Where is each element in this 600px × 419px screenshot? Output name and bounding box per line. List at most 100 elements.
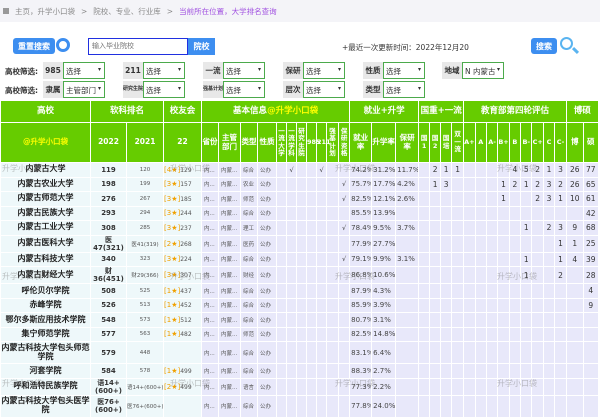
column-header-18[interactable]: 国1	[418, 122, 431, 163]
evaluation-cell: 1	[554, 191, 567, 207]
school-name[interactable]: 鄂尔多斯应用技术学院	[0, 312, 91, 328]
column-header-15[interactable]: 就业率	[349, 122, 373, 163]
column-header-17[interactable]: 保研率	[395, 122, 420, 163]
column-header-5[interactable]: 主管部门	[218, 122, 242, 163]
table-row[interactable]: 内蒙古工业大学 308 285 [3★]237 内... 内蒙... 理工 公办 √ 78.4% 9…	[0, 220, 599, 236]
school-name[interactable]: 内蒙古财经大学	[0, 266, 91, 285]
column-header-16[interactable]: 升学率	[371, 122, 397, 163]
column-header-14[interactable]: 保研资格	[338, 122, 351, 163]
column-header-0[interactable]: @升学小口袋	[0, 122, 91, 163]
filter-select-4[interactable]: 选择	[383, 62, 425, 79]
evaluation-cell	[463, 234, 476, 253]
school-name[interactable]: 呼伦贝尔学院	[0, 283, 91, 299]
postgrad-rec-rate: 3.7%	[395, 220, 420, 236]
star-rating: [1★]	[164, 366, 181, 375]
column-header-19[interactable]: 国2	[429, 122, 442, 163]
evaluation-cell	[485, 205, 499, 221]
column-header-27[interactable]: B-	[520, 122, 533, 163]
school-name[interactable]: 内蒙古科技大学包头医学院	[0, 394, 91, 418]
school-search-input[interactable]	[88, 38, 188, 55]
school-name[interactable]: 内蒙古医科大学	[0, 234, 91, 253]
search-button[interactable]: 搜索	[531, 38, 557, 54]
column-header-4[interactable]: 省份	[201, 122, 220, 163]
key-discipline-cell	[440, 297, 453, 314]
filter-select-2[interactable]: 选择	[223, 62, 265, 79]
table-row[interactable]: 内蒙古科技大学 340 323 [3★]224 内... 内蒙... 综合 公办 √ 79.1% 9…	[0, 251, 599, 268]
table-row[interactable]: 内蒙古农业大学 198 199 [3★]157 内... 内蒙... 农业 公办 √ 75.7% 1…	[0, 176, 599, 192]
column-header-12[interactable]: 211	[316, 122, 331, 163]
column-header-28[interactable]: C+	[531, 122, 544, 163]
reset-search-button[interactable]: 重置搜索	[13, 38, 55, 54]
school-button[interactable]: 院校	[188, 38, 215, 55]
breadcrumb-home[interactable]: 主页，升学小口袋	[15, 6, 75, 17]
table-row[interactable]: 集宁师范学院 577 563 [1★]482 内... 内蒙... 师范 公办 82.5% 14.…	[0, 326, 599, 343]
evaluation-cell	[474, 297, 487, 314]
school-name[interactable]: 内蒙古民族大学	[0, 205, 91, 221]
table-row[interactable]: 内蒙古大学 119 120 [4★]129 内... 内蒙... 综合 公办 √ √ 74.2% 31…	[0, 162, 599, 178]
column-header-20[interactable]: 国培	[440, 122, 453, 163]
rank-2021: 578	[125, 363, 165, 379]
column-header-9[interactable]: 一流学科	[286, 122, 298, 163]
column-header-13[interactable]: 强基计划	[326, 122, 340, 163]
school-name[interactable]: 内蒙古科技大学包头师范学院	[0, 341, 91, 365]
school-name[interactable]: 河套学院	[0, 363, 91, 379]
column-header-2[interactable]: 2021	[125, 122, 165, 163]
column-header-22[interactable]: A+	[463, 122, 476, 163]
column-header-7[interactable]: 性质	[257, 122, 278, 163]
column-header-24[interactable]: A-	[485, 122, 499, 163]
table-row[interactable]: 内蒙古科技大学包头师范学院 579 448 内... 内蒙... 综合 公办 83.1% 6.4…	[0, 341, 599, 365]
refresh-icon[interactable]	[56, 38, 70, 52]
employment-rate: 79.1%	[349, 251, 373, 268]
filter-select-2[interactable]: 选择	[223, 81, 265, 98]
breadcrumb-section[interactable]: 院校、专业、行业库	[93, 6, 161, 17]
table-row[interactable]: 呼伦贝尔学院 508 525 [1★]437 内... 内蒙... 综合 公办 87.9% 4.3…	[0, 283, 599, 299]
rank-2021: 573	[125, 312, 165, 328]
column-header-31[interactable]: 博	[565, 122, 584, 163]
school-name[interactable]: 呼和浩特民族学院	[0, 377, 91, 396]
column-header-32[interactable]: 硕	[582, 122, 599, 163]
key-discipline-cell	[418, 162, 431, 178]
column-header-25[interactable]: B+	[497, 122, 510, 163]
filter-select-0[interactable]: 主管部门	[63, 81, 105, 98]
school-name[interactable]: 赤峰学院	[0, 297, 91, 314]
column-header-8[interactable]: 一流大学	[276, 122, 288, 163]
column-header-3[interactable]: 22	[163, 122, 203, 163]
evaluation-cell	[485, 162, 499, 178]
column-header-21[interactable]: 双一流	[451, 122, 465, 163]
school-name[interactable]: 内蒙古农业大学	[0, 176, 91, 192]
table-row[interactable]: 内蒙古师范大学 276 267 [3★]185 内... 内蒙... 师范 公办 √ 82.5% 1…	[0, 191, 599, 207]
filter-select-1[interactable]: 选择	[143, 81, 185, 98]
column-header-6[interactable]: 类型	[240, 122, 259, 163]
school-name[interactable]: 内蒙古师范大学	[0, 191, 91, 207]
column-header-1[interactable]: 2022	[90, 122, 127, 163]
school-name[interactable]: 内蒙古工业大学	[0, 220, 91, 236]
filter-select-1[interactable]: 选择	[143, 62, 185, 79]
table-row[interactable]: 内蒙古财经大学 财36(451) 财29(366) [3★]307 内... 内蒙... 财…	[0, 266, 599, 285]
school-name[interactable]: 内蒙古大学	[0, 162, 91, 178]
filter-select-0[interactable]: 选择	[63, 62, 105, 79]
filter-select-5[interactable]: N 内蒙古	[462, 62, 504, 79]
flag-cell	[296, 341, 308, 365]
search-icon[interactable]	[560, 37, 573, 50]
table-row[interactable]: 赤峰学院 526 513 [1★]452 内... 内蒙... 综合 公办 85.9% 3.9% 9	[0, 297, 599, 314]
master-count	[582, 312, 599, 328]
employment-rate: 88.3%	[349, 363, 373, 379]
flag-cell	[286, 363, 298, 379]
column-header-10[interactable]: 研究生院	[296, 122, 308, 163]
filter-select-3[interactable]: 选择	[303, 81, 345, 98]
column-header-30[interactable]: C-	[554, 122, 567, 163]
table-row[interactable]: 呼和浩特民族学院 语14+(600+) 语14+(600+) [2★]499 内... 内…	[0, 377, 599, 396]
column-header-11[interactable]: 985	[306, 122, 321, 163]
table-row[interactable]: 鄂尔多斯应用技术学院 548 573 [1★]512 内... 内蒙... 综合 公办 80.7…	[0, 312, 599, 328]
table-row[interactable]: 内蒙古民族大学 293 294 [3★]244 内... 内蒙... 综合 公办 85.5% 13…	[0, 205, 599, 221]
filter-select-4[interactable]: 选择	[383, 81, 425, 98]
column-header-23[interactable]: A	[474, 122, 487, 163]
column-header-29[interactable]: C	[542, 122, 556, 163]
table-row[interactable]: 河套学院 584 578 [1★]499 内... 内蒙... 综合 公办 88.3% 2.7%	[0, 363, 599, 379]
column-header-26[interactable]: B	[508, 122, 522, 163]
filter-select-3[interactable]: 选择	[303, 62, 345, 79]
school-name[interactable]: 内蒙古科技大学	[0, 251, 91, 268]
table-row[interactable]: 内蒙古医科大学 医47(321) 医41(319) [2★]268 内... 内蒙... 医…	[0, 234, 599, 253]
table-row[interactable]: 内蒙古科技大学包头医学院 医76+(600+) 医76+(600+) 内... 内蒙..…	[0, 394, 599, 418]
school-name[interactable]: 集宁师范学院	[0, 326, 91, 343]
